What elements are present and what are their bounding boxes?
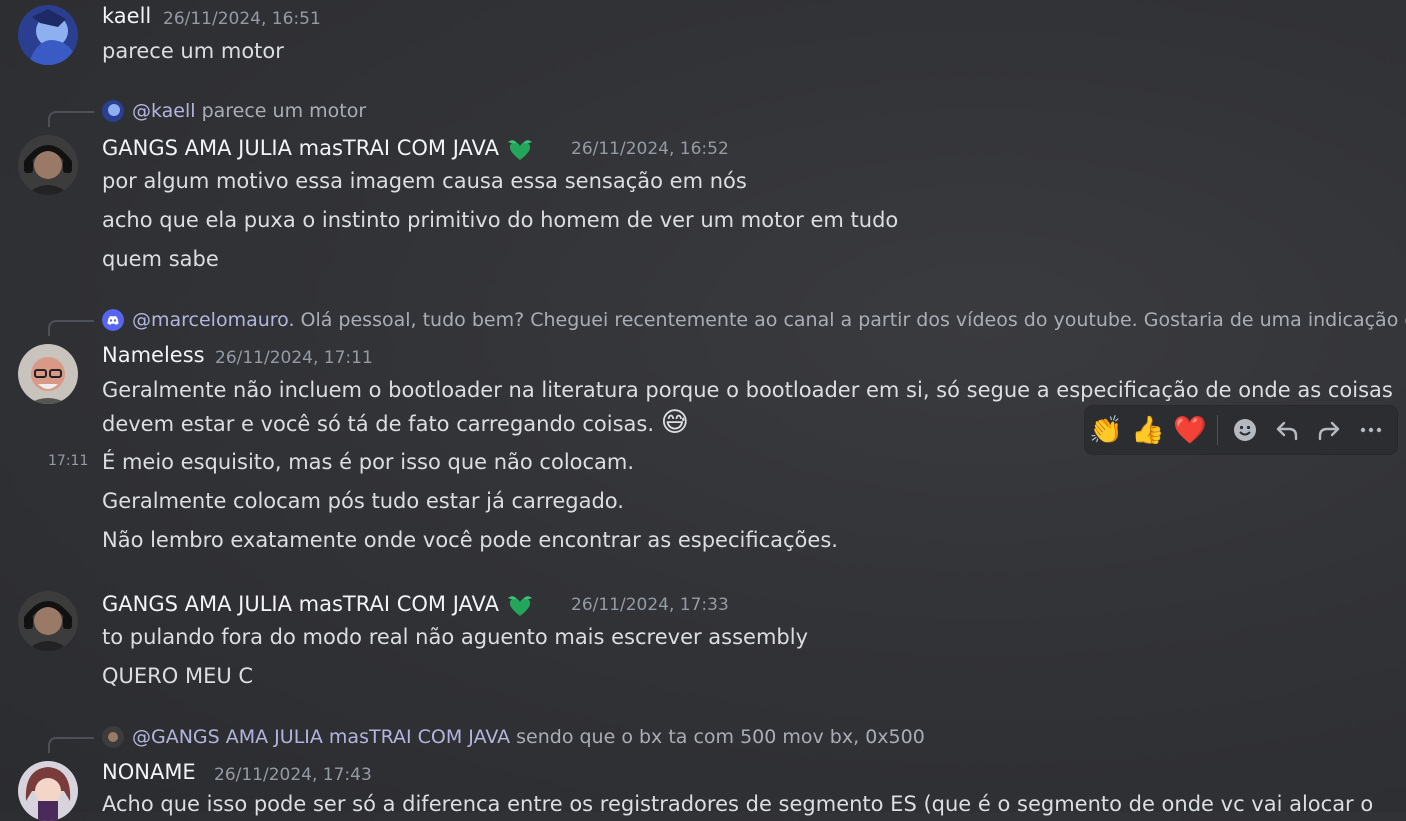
message-text: parece um motor [102, 39, 284, 63]
author-name-text[interactable]: GANGS AMA JULIA masTRAI COM JAVA [102, 136, 499, 160]
reply-preview[interactable]: @GANGS AMA JULIA masTRAI COM JAVA sendo … [102, 726, 925, 748]
author-name[interactable]: NONAME [102, 760, 196, 784]
leaf-heart-icon [507, 596, 532, 616]
reply-text: Olá pessoal, tudo bem? Cheguei recenteme… [300, 309, 1406, 331]
reply-spine [48, 111, 94, 127]
forward-icon[interactable] [1308, 406, 1350, 454]
message-text: devem estar e você só tá de fato carrega… [102, 409, 689, 438]
sweat-smile-emoji[interactable]: 😅 [661, 407, 689, 438]
avatar[interactable] [18, 761, 78, 821]
author-name-text[interactable]: GANGS AMA JULIA masTRAI COM JAVA [102, 592, 499, 616]
author-name[interactable]: GANGS AMA JULIA masTRAI COM JAVA [102, 590, 535, 620]
message-text: por algum motivo essa imagem causa essa … [102, 169, 747, 193]
avatar[interactable] [18, 344, 78, 404]
message-timestamp[interactable]: 26/11/2024, 17:43 [214, 765, 372, 785]
toolbar-divider [1217, 415, 1218, 445]
reply-avatar [102, 100, 124, 122]
reaction-clap[interactable]: 👏 [1085, 406, 1127, 454]
more-icon[interactable] [1350, 406, 1392, 454]
reply-icon[interactable] [1266, 406, 1308, 454]
message-text: É meio esquisito, mas é por isso que não… [102, 450, 635, 474]
add-reaction-icon[interactable] [1224, 406, 1266, 454]
reply-avatar [102, 726, 124, 748]
message-action-toolbar: 👏 👍 ❤️ [1085, 406, 1397, 454]
reply-mention[interactable]: @kaell [132, 100, 196, 122]
avatar[interactable] [18, 135, 78, 195]
discord-icon [102, 309, 124, 331]
message-text: Geralmente não incluem o bootloader na l… [102, 378, 1393, 402]
message-text: Não lembro exatamente onde você pode enc… [102, 528, 838, 552]
message-text: QUERO MEU C [102, 664, 254, 688]
message-text: quem sabe [102, 247, 219, 271]
reply-mention[interactable]: @marcelomauro. [132, 309, 295, 331]
reply-text: parece um motor [201, 100, 367, 122]
hover-timestamp[interactable]: 17:11 [48, 453, 88, 469]
avatar[interactable] [18, 5, 78, 65]
message-text-line: devem estar e você só tá de fato carrega… [102, 412, 654, 436]
message-text: acho que ela puxa o instinto primitivo d… [102, 208, 899, 232]
message-timestamp[interactable]: 26/11/2024, 16:52 [571, 139, 729, 159]
author-name[interactable]: Nameless [102, 343, 205, 367]
reply-spine [48, 737, 94, 753]
reply-preview[interactable]: @marcelomauro. Olá pessoal, tudo bem? Ch… [102, 309, 1406, 331]
message-text: Geralmente colocam pós tudo estar já car… [102, 489, 624, 513]
leaf-heart-icon [507, 140, 532, 160]
reaction-heart[interactable]: ❤️ [1169, 406, 1211, 454]
reply-preview[interactable]: @kaell parece um motor [102, 100, 366, 122]
reply-text: sendo que o bx ta com 500 mov bx, 0x500 [516, 726, 925, 748]
reply-mention[interactable]: @GANGS AMA JULIA masTRAI COM JAVA [132, 726, 510, 748]
message-timestamp[interactable]: 26/11/2024, 17:33 [571, 595, 729, 615]
message-text: to pulando fora do modo real não aguento… [102, 625, 809, 649]
reaction-thumbs-up[interactable]: 👍 [1127, 406, 1169, 454]
author-name[interactable]: GANGS AMA JULIA masTRAI COM JAVA [102, 134, 535, 164]
author-name[interactable]: kaell [102, 4, 151, 28]
reply-spine [48, 320, 94, 336]
message-timestamp[interactable]: 26/11/2024, 17:11 [215, 348, 373, 368]
message-timestamp[interactable]: 26/11/2024, 16:51 [163, 9, 321, 29]
message-text: Acho que isso pode ser só a diferenca en… [102, 792, 1374, 816]
avatar[interactable] [18, 591, 78, 651]
